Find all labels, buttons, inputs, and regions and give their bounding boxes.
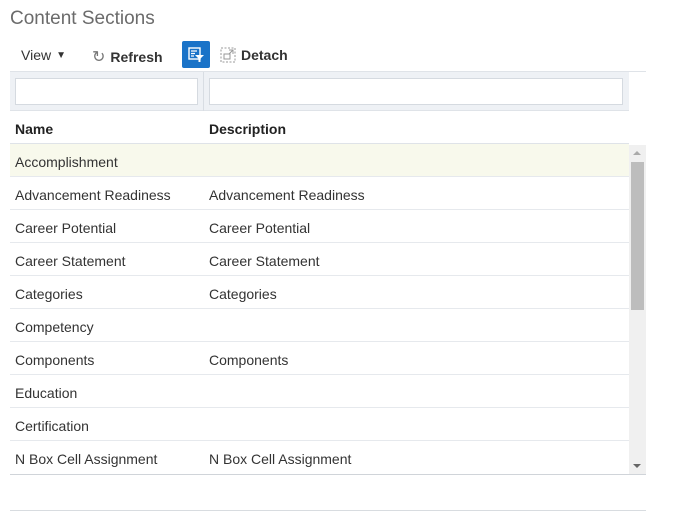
view-menu-button[interactable]: View ▼: [21, 47, 66, 63]
cell-name: Career Potential: [15, 220, 117, 236]
cell-description: Components: [209, 352, 289, 368]
table-row[interactable]: Categories Categories: [10, 276, 629, 309]
cell-description: Career Statement: [209, 253, 320, 269]
toolbar: View ▼ ↻ Refresh Detach: [10, 41, 646, 72]
refresh-button[interactable]: ↻ Refresh: [92, 47, 163, 67]
cell-name: Certification: [15, 418, 89, 434]
cell-name: Competency: [15, 319, 94, 335]
table-bottom-border: [10, 474, 646, 475]
cell-name: Education: [15, 385, 78, 401]
table-row[interactable]: Education: [10, 375, 629, 408]
filter-icon: [188, 47, 204, 62]
query-by-example-button[interactable]: [182, 41, 210, 68]
cell-name: Accomplishment: [15, 154, 118, 170]
detach-icon: [220, 47, 236, 63]
view-label: View: [21, 47, 52, 63]
cell-name: Advancement Readiness: [15, 187, 171, 203]
cell-name: Career Statement: [15, 253, 126, 269]
scroll-down-icon[interactable]: [633, 464, 641, 468]
detach-label: Detach: [241, 47, 288, 63]
table-row[interactable]: Career Potential Career Potential: [10, 210, 629, 243]
table-row[interactable]: N Box Cell Assignment N Box Cell Assignme…: [10, 441, 629, 474]
cell-description: N Box Cell Assignment: [209, 451, 352, 467]
caret-down-icon: ▼: [56, 49, 66, 61]
cell-description: Advancement Readiness: [209, 187, 365, 203]
name-filter-input[interactable]: [15, 78, 198, 105]
refresh-label: Refresh: [110, 49, 163, 65]
table-row[interactable]: Competency: [10, 309, 629, 342]
filter-row: [10, 72, 629, 111]
scroll-up-icon[interactable]: [633, 151, 641, 155]
vertical-scrollbar[interactable]: [629, 145, 646, 474]
table-row[interactable]: Certification: [10, 408, 629, 441]
table-header: Name Description: [10, 111, 629, 144]
scrollbar-thumb[interactable]: [631, 162, 644, 310]
table-row[interactable]: Accomplishment: [10, 144, 629, 177]
detach-button[interactable]: Detach: [220, 47, 288, 63]
page-title: Content Sections: [10, 8, 155, 29]
description-filter-input[interactable]: [209, 78, 623, 105]
table-row[interactable]: Components Components: [10, 342, 629, 375]
cell-description: Categories: [209, 286, 277, 302]
table-row[interactable]: Advancement Readiness Advancement Readine…: [10, 177, 629, 210]
divider: [10, 510, 646, 511]
table-body: Accomplishment Advancement Readiness Adva…: [10, 144, 629, 474]
cell-name: N Box Cell Assignment: [15, 451, 158, 467]
table-row[interactable]: Career Statement Career Statement: [10, 243, 629, 276]
refresh-icon: ↻: [92, 49, 106, 66]
column-header-name[interactable]: Name: [15, 121, 53, 137]
column-divider: [203, 72, 204, 111]
cell-description: Career Potential: [209, 220, 311, 236]
column-header-description[interactable]: Description: [209, 121, 286, 137]
cell-name: Components: [15, 352, 95, 368]
cell-name: Categories: [15, 286, 83, 302]
